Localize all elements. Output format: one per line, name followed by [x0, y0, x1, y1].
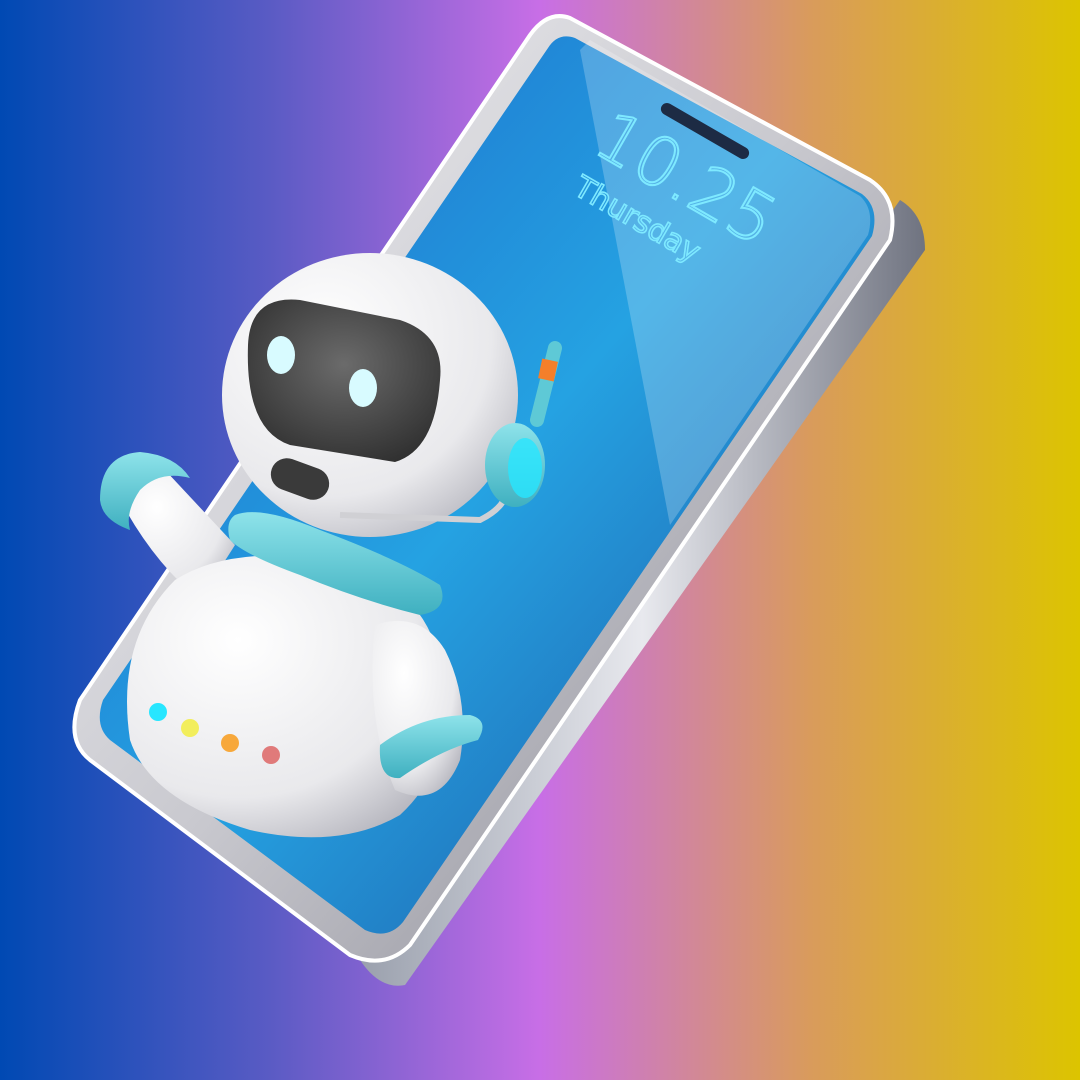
phone-robot-illustration: 10.25 Thursday — [72, 14, 925, 986]
indicator-light-red — [262, 746, 280, 764]
headset-earpiece-light — [508, 438, 542, 498]
robot-left-eye — [267, 336, 295, 374]
robot-right-eye — [349, 369, 377, 407]
indicator-light-orange — [221, 734, 239, 752]
indicator-light-yellow — [181, 719, 199, 737]
indicator-light-cyan — [149, 703, 167, 721]
